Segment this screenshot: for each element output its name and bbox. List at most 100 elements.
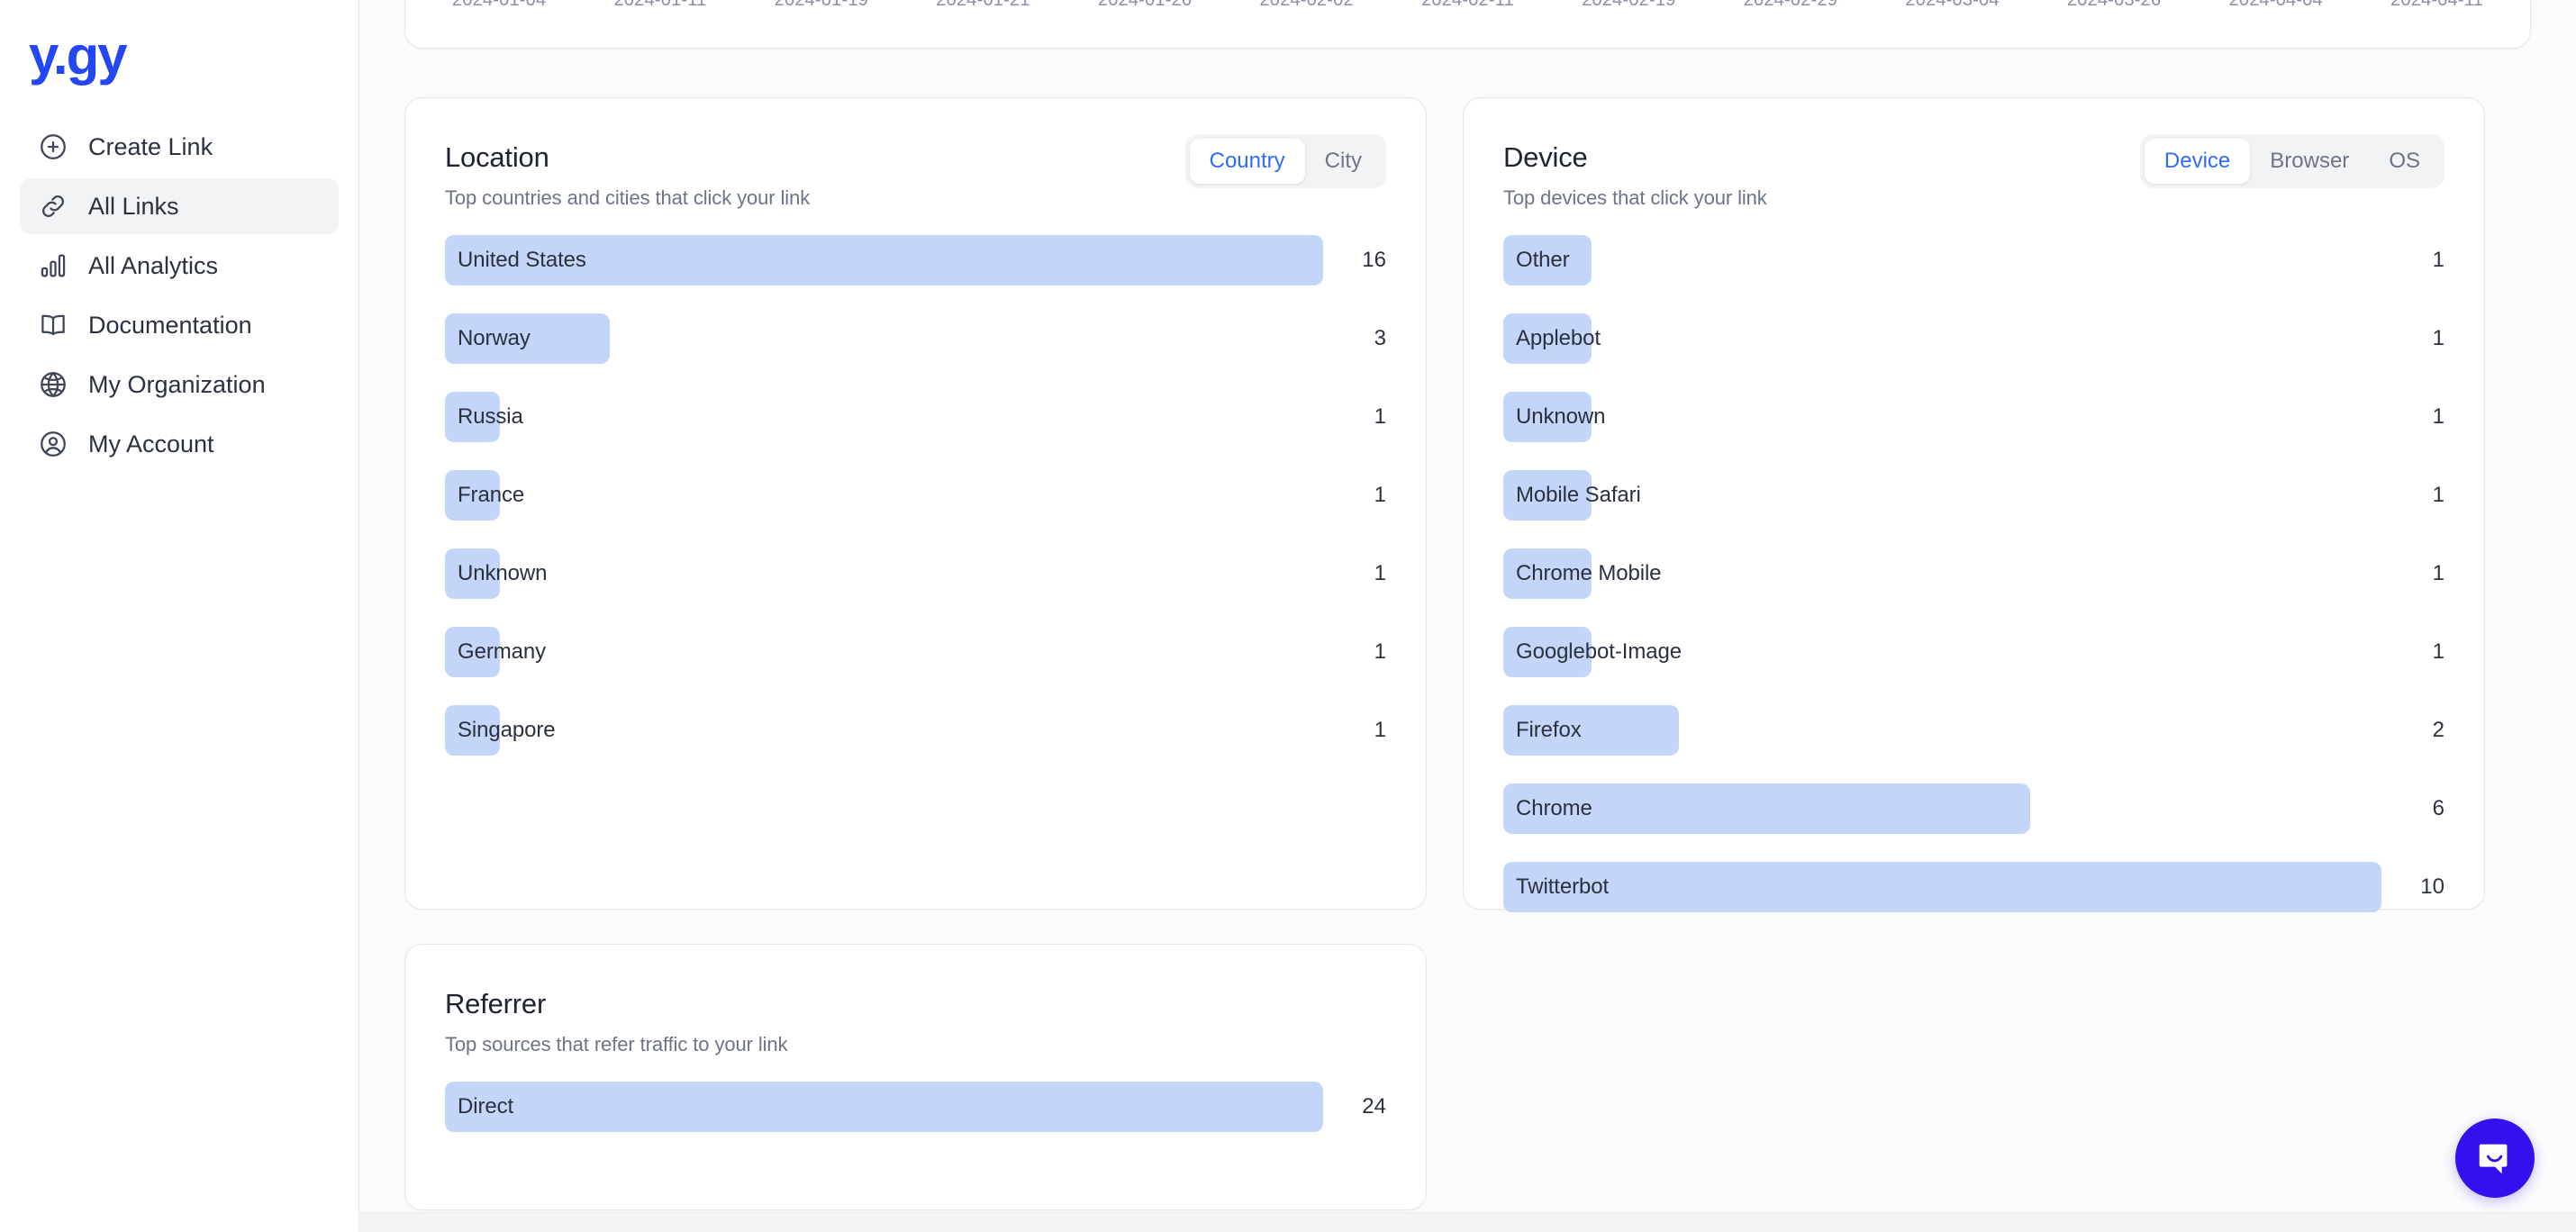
sidebar-item-label: Create Link [88,132,213,160]
device-bar-track: Mobile Safari [1503,470,2381,521]
user-circle-icon [36,427,70,461]
chart-x-tick: 2024-03-26 [2066,0,2162,10]
brand-logo[interactable]: y.gy [20,0,339,83]
device-bar-list: Other 1 Applebot 1 Unknown 1 Mobile Safari 1 Chr… [1503,235,2444,912]
referrer-bar-row[interactable]: Direct 24 [445,1082,1386,1132]
location-bar-value: 1 [1374,404,1386,429]
location-bar-label: United States [458,248,586,272]
device-bar-value: 1 [2432,404,2444,429]
location-bar-label: Singapore [458,718,556,742]
location-tab-city[interactable]: City [1305,139,1382,184]
device-tab-browser[interactable]: Browser [2250,139,2369,184]
location-bar-list: United States 16 Norway 3 Russia 1 France 1 Unkn… [445,235,1386,756]
sidebar-item-label: All Links [88,192,179,220]
link-icon [36,189,70,223]
sidebar-item-all-links[interactable]: All Links [20,178,339,234]
device-tab-group: Device Browser OS [2139,134,2444,188]
chat-widget-button[interactable] [2455,1119,2535,1198]
device-bar-row[interactable]: Unknown 1 [1503,392,2444,442]
device-bar-label: Mobile Safari [1516,483,1641,507]
device-bar-value: 2 [2432,718,2444,742]
device-bar-row[interactable]: Mobile Safari 1 [1503,470,2444,521]
location-card: Location Top countries and cities that c… [404,97,1427,910]
chart-x-tick: 2024-03-04 [1905,0,2000,10]
device-bar-row[interactable]: Other 1 [1503,235,2444,285]
plus-circle-icon [36,130,70,164]
location-bar-label: Norway [458,326,531,350]
location-bar-row[interactable]: Germany 1 [445,627,1386,677]
location-bar-row[interactable]: Unknown 1 [445,548,1386,599]
location-bar-row[interactable]: Norway 3 [445,313,1386,364]
chat-bubble-icon [2474,1137,2516,1179]
location-bar-label: France [458,483,525,507]
device-bar-row[interactable]: Firefox 2 [1503,705,2444,756]
sidebar-item-documentation[interactable]: Documentation [20,297,339,353]
sidebar-item-my-organization[interactable]: My Organization [20,357,339,412]
location-bar-label: Germany [458,639,546,664]
referrer-bar-list: Direct 24 [445,1082,1386,1132]
device-bar-label: Other [1516,248,1570,272]
location-bar-value: 1 [1374,483,1386,507]
device-card-subtitle: Top devices that click your link [1503,186,1767,209]
chart-x-tick: 2024-04-04 [2228,0,2323,10]
chart-x-tick: 2024-01-26 [1097,0,1193,10]
device-bar-row[interactable]: Googlebot-Image 1 [1503,627,2444,677]
location-bar-row[interactable]: United States 16 [445,235,1386,285]
chart-x-tick: 2024-01-19 [774,0,869,10]
sidebar-item-my-account[interactable]: My Account [20,416,339,472]
chart-x-tick: 2024-04-11 [2390,0,2483,10]
referrer-bar-fill [445,1082,1323,1132]
location-bar-value: 16 [1362,248,1386,272]
location-bar-row[interactable]: Singapore 1 [445,705,1386,756]
device-bar-row[interactable]: Chrome 6 [1503,784,2444,834]
device-bar-track: Twitterbot [1503,862,2381,912]
location-bar-value: 1 [1374,639,1386,664]
location-bar-value: 1 [1374,561,1386,585]
location-bar-row[interactable]: Russia 1 [445,392,1386,442]
device-bar-track: Chrome [1503,784,2381,834]
sidebar-nav: Create Link All Links All Analytics Documen… [20,119,339,472]
device-bar-track: Googlebot-Image [1503,627,2381,677]
device-bar-label: Unknown [1516,404,1606,429]
location-bar-track: Unknown [445,548,1323,599]
device-bar-row[interactable]: Twitterbot 10 [1503,862,2444,912]
referrer-card-title: Referrer [445,988,547,1019]
device-bar-value: 6 [2432,796,2444,820]
sidebar-item-label: Documentation [88,311,252,339]
device-bar-value: 1 [2432,561,2444,585]
device-bar-value: 1 [2432,639,2444,664]
location-bar-track: Germany [445,627,1323,677]
timeseries-chart-card: 2024-01-04 2024-01-11 2024-01-19 2024-01-21… [404,0,2531,49]
device-bar-track: Firefox [1503,705,2381,756]
referrer-card-subtitle: Top sources that refer traffic to your l… [445,1033,788,1055]
device-bar-label: Googlebot-Image [1516,639,1682,664]
location-bar-track: Singapore [445,705,1323,756]
device-bar-value: 10 [2420,874,2444,899]
main-content: 2024-01-04 2024-01-11 2024-01-19 2024-01-21… [359,0,2576,1232]
location-bar-track: France [445,470,1323,521]
device-bar-row[interactable]: Chrome Mobile 1 [1503,548,2444,599]
sidebar-item-all-analytics[interactable]: All Analytics [20,238,339,294]
device-tab-device[interactable]: Device [2144,139,2251,184]
location-tab-country[interactable]: Country [1189,139,1305,184]
location-card-subtitle: Top countries and cities that click your… [445,186,811,209]
referrer-bar-value: 24 [1362,1094,1386,1119]
sidebar-item-label: My Organization [88,370,266,398]
horizontal-scrollbar[interactable] [359,1212,2576,1232]
location-bar-row[interactable]: France 1 [445,470,1386,521]
chart-x-tick: 2024-01-11 [613,0,707,10]
app-root: y.gy Create Link All Links All Analytics Do… [0,0,2576,1232]
device-bar-track: Other [1503,235,2381,285]
device-tab-os[interactable]: OS [2369,139,2440,184]
device-bar-value: 1 [2432,248,2444,272]
location-bar-track: United States [445,235,1323,285]
globe-icon [36,367,70,402]
book-icon [36,308,70,342]
sidebar-item-create-link[interactable]: Create Link [20,119,339,175]
referrer-bar-track: Direct [445,1082,1323,1132]
sidebar-item-label: All Analytics [88,251,219,279]
device-bar-row[interactable]: Applebot 1 [1503,313,2444,364]
location-bar-track: Norway [445,313,1323,364]
referrer-card: Referrer Top sources that refer traffic … [404,944,1427,1210]
device-bar-track: Chrome Mobile [1503,548,2381,599]
